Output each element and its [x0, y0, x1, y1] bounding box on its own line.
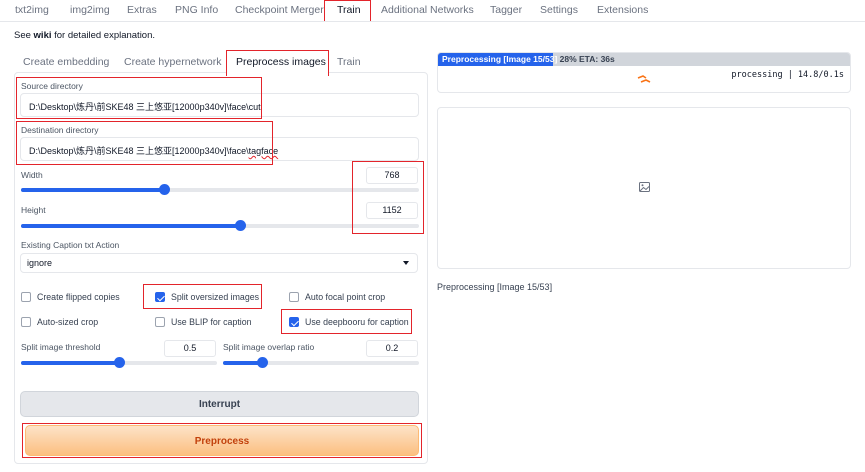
width-label: Width [21, 170, 43, 180]
width-number-input[interactable]: 768 [366, 167, 418, 184]
wiki-note-prefix: See [14, 30, 34, 41]
tab-train[interactable]: Train [337, 4, 361, 16]
destination-directory-label: Destination directory [21, 125, 99, 135]
checkbox-create-flipped[interactable]: Create flipped copies [21, 292, 120, 302]
checkbox-label: Auto focal point crop [305, 292, 386, 302]
checkbox-box[interactable] [289, 292, 299, 302]
subtab-train[interactable]: Train [337, 56, 361, 68]
caption-action-select[interactable]: ignore [20, 253, 418, 273]
subtab-create-embedding[interactable]: Create embedding [23, 56, 109, 68]
tab-extras[interactable]: Extras [127, 4, 157, 16]
progress-bar: Preprocessing [Image 15/53] 28% ETA: 36s [438, 53, 850, 66]
processing-timer: processing | 14.8/0.1s [731, 70, 844, 80]
progress-label: Preprocessing [Image 15/53] [442, 54, 558, 64]
overlap-ratio-number-input[interactable]: 0.2 [366, 340, 418, 357]
tab-additional-networks[interactable]: Additional Networks [381, 4, 474, 16]
split-threshold-number-input[interactable]: 0.5 [164, 340, 216, 357]
progress-eta: 28% ETA: 36s [557, 54, 615, 64]
height-slider-fill [21, 224, 240, 228]
split-threshold-slider-thumb[interactable] [114, 357, 125, 368]
tab-settings[interactable]: Settings [540, 4, 578, 16]
subtab-preprocess-images[interactable]: Preprocess images [236, 56, 326, 68]
output-image-gallery [437, 107, 851, 269]
tab-img2img[interactable]: img2img [70, 4, 110, 16]
width-slider[interactable] [21, 184, 419, 195]
tab-extensions[interactable]: Extensions [597, 4, 648, 16]
checkbox-auto-sized-crop[interactable]: Auto-sized crop [21, 317, 98, 327]
checkbox-box[interactable] [21, 292, 31, 302]
wiki-link[interactable]: wiki [34, 30, 52, 41]
subtab-create-hypernetwork[interactable]: Create hypernetwork [124, 56, 221, 68]
checkbox-label: Create flipped copies [37, 292, 120, 302]
height-slider[interactable] [21, 220, 419, 231]
progress-panel: Preprocessing [Image 15/53] 28% ETA: 36s… [437, 52, 851, 93]
overlap-ratio-slider[interactable] [223, 357, 419, 368]
tab-checkpoint-merger[interactable]: Checkpoint Merger [235, 4, 324, 16]
caption-action-label: Existing Caption txt Action [21, 240, 120, 250]
height-slider-thumb[interactable] [234, 220, 246, 231]
tab-tagger[interactable]: Tagger [490, 4, 522, 16]
checkbox-label: Split oversized images [171, 292, 260, 302]
source-directory-label: Source directory [21, 81, 83, 91]
split-threshold-slider[interactable] [21, 357, 217, 368]
checkbox-auto-focal-point[interactable]: Auto focal point crop [289, 292, 385, 302]
checkbox-box[interactable] [155, 292, 165, 302]
wiki-note: See wiki for detailed explanation. [14, 30, 155, 41]
tab-txt2img[interactable]: txt2img [15, 4, 49, 16]
checkbox-use-blip[interactable]: Use BLIP for caption [155, 317, 252, 327]
image-placeholder-icon [639, 182, 650, 192]
chevron-down-icon [403, 261, 409, 265]
overlap-ratio-label: Split image overlap ratio [223, 342, 315, 352]
checkbox-box[interactable] [21, 317, 31, 327]
status-text: Preprocessing [Image 15/53] [437, 282, 553, 292]
destination-directory-input[interactable]: D:\Desktop\炼丹\前SKE48 三上悠亚[12000p340v]\fa… [20, 137, 419, 161]
checkbox-use-deepbooru[interactable]: Use deepbooru for caption [289, 317, 409, 327]
progress-text: Preprocessing [Image 15/53] 28% ETA: 36s [442, 54, 615, 64]
tab-png-info[interactable]: PNG Info [175, 4, 218, 16]
wiki-note-suffix: for detailed explanation. [51, 30, 156, 41]
checkbox-label: Use BLIP for caption [171, 317, 252, 327]
split-threshold-slider-fill [21, 361, 119, 365]
top-tab-bar: txt2img img2img Extras PNG Info Checkpoi… [0, 0, 865, 22]
caption-action-value: ignore [27, 258, 53, 268]
checkbox-split-oversized[interactable]: Split oversized images [155, 292, 259, 302]
split-threshold-label: Split image threshold [21, 342, 101, 352]
source-directory-input[interactable]: D:\Desktop\炼丹\前SKE48 三上悠亚[12000p340v]\fa… [20, 93, 419, 117]
preprocess-button[interactable]: Preprocess [25, 425, 419, 456]
checkbox-label: Use deepbooru for caption [305, 317, 409, 327]
checkbox-box[interactable] [155, 317, 165, 327]
checkbox-label: Auto-sized crop [37, 317, 99, 327]
interrupt-button[interactable]: Interrupt [20, 391, 419, 417]
height-label: Height [21, 205, 46, 215]
width-slider-fill [21, 188, 165, 192]
destination-directory-prefix: D:\Desktop\炼丹\前SKE48 三上悠亚[12000p340v]\fa… [29, 146, 249, 156]
loading-spinner-icon [637, 75, 651, 83]
destination-directory-folder: tagface [248, 146, 279, 156]
checkbox-box[interactable] [289, 317, 299, 327]
height-number-input[interactable]: 1152 [366, 202, 418, 219]
